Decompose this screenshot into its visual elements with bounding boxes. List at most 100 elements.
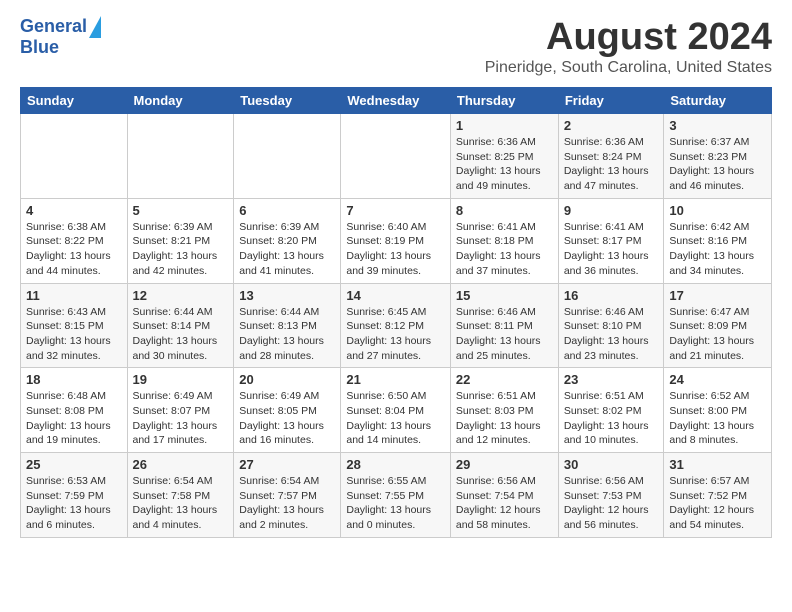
table-cell: 16 Sunrise: 6:46 AM Sunset: 8:10 PM Dayli… bbox=[558, 283, 664, 368]
day-info: Sunrise: 6:56 AM Sunset: 7:53 PM Dayligh… bbox=[564, 474, 659, 533]
day-number: 13 bbox=[239, 288, 335, 303]
day-info: Sunrise: 6:40 AM Sunset: 8:19 PM Dayligh… bbox=[346, 220, 445, 279]
location-title: Pineridge, South Carolina, United States bbox=[485, 59, 772, 77]
table-cell: 12 Sunrise: 6:44 AM Sunset: 8:14 PM Dayli… bbox=[127, 283, 234, 368]
day-number: 15 bbox=[456, 288, 553, 303]
day-number: 16 bbox=[564, 288, 659, 303]
day-info: Sunrise: 6:41 AM Sunset: 8:18 PM Dayligh… bbox=[456, 220, 553, 279]
day-number: 2 bbox=[564, 118, 659, 133]
week-row-5: 25Sunrise: 6:53 AM Sunset: 7:59 PM Dayli… bbox=[21, 453, 772, 538]
day-info: Sunrise: 6:44 AM Sunset: 8:14 PM Dayligh… bbox=[133, 305, 229, 364]
table-cell bbox=[234, 114, 341, 199]
day-number: 8 bbox=[456, 203, 553, 218]
table-cell bbox=[21, 114, 128, 199]
day-info: Sunrise: 6:48 AM Sunset: 8:08 PM Dayligh… bbox=[26, 389, 122, 448]
page-header: General Blue August 2024 Pineridge, Sout… bbox=[20, 16, 772, 77]
weekday-wednesday: Wednesday bbox=[341, 88, 451, 114]
table-cell: 14 Sunrise: 6:45 AM Sunset: 8:12 PM Dayli… bbox=[341, 283, 451, 368]
day-number: 1 bbox=[456, 118, 553, 133]
day-number: 19 bbox=[133, 372, 229, 387]
table-cell: 8 Sunrise: 6:41 AM Sunset: 8:18 PM Daylig… bbox=[450, 198, 558, 283]
title-area: August 2024 Pineridge, South Carolina, U… bbox=[485, 16, 772, 77]
day-number: 14 bbox=[346, 288, 445, 303]
day-info: Sunrise: 6:49 AM Sunset: 8:05 PM Dayligh… bbox=[239, 389, 335, 448]
day-number: 27 bbox=[239, 457, 335, 472]
logo-icon bbox=[89, 16, 101, 38]
table-cell: 10 Sunrise: 6:42 AM Sunset: 8:16 PM Dayli… bbox=[664, 198, 772, 283]
day-info: Sunrise: 6:50 AM Sunset: 8:04 PM Dayligh… bbox=[346, 389, 445, 448]
table-cell bbox=[127, 114, 234, 199]
table-cell: 4Sunrise: 6:38 AM Sunset: 8:22 PM Daylig… bbox=[21, 198, 128, 283]
day-info: Sunrise: 6:39 AM Sunset: 8:21 PM Dayligh… bbox=[133, 220, 229, 279]
day-info: Sunrise: 6:52 AM Sunset: 8:00 PM Dayligh… bbox=[669, 389, 766, 448]
day-info: Sunrise: 6:51 AM Sunset: 8:03 PM Dayligh… bbox=[456, 389, 553, 448]
table-cell: 2Sunrise: 6:36 AM Sunset: 8:24 PM Daylig… bbox=[558, 114, 664, 199]
day-info: Sunrise: 6:47 AM Sunset: 8:09 PM Dayligh… bbox=[669, 305, 766, 364]
weekday-saturday: Saturday bbox=[664, 88, 772, 114]
calendar-table: SundayMondayTuesdayWednesdayThursdayFrid… bbox=[20, 87, 772, 538]
weekday-monday: Monday bbox=[127, 88, 234, 114]
day-info: Sunrise: 6:54 AM Sunset: 7:57 PM Dayligh… bbox=[239, 474, 335, 533]
table-cell: 20 Sunrise: 6:49 AM Sunset: 8:05 PM Dayli… bbox=[234, 368, 341, 453]
day-number: 18 bbox=[26, 372, 122, 387]
weekday-friday: Friday bbox=[558, 88, 664, 114]
day-number: 29 bbox=[456, 457, 553, 472]
table-cell: 3 Sunrise: 6:37 AM Sunset: 8:23 PM Daylig… bbox=[664, 114, 772, 199]
day-number: 6 bbox=[239, 203, 335, 218]
table-cell: 23 Sunrise: 6:51 AM Sunset: 8:02 PM Dayli… bbox=[558, 368, 664, 453]
day-info: Sunrise: 6:56 AM Sunset: 7:54 PM Dayligh… bbox=[456, 474, 553, 533]
day-number: 28 bbox=[346, 457, 445, 472]
weekday-sunday: Sunday bbox=[21, 88, 128, 114]
week-row-2: 4Sunrise: 6:38 AM Sunset: 8:22 PM Daylig… bbox=[21, 198, 772, 283]
table-cell: 26Sunrise: 6:54 AM Sunset: 7:58 PM Dayli… bbox=[127, 453, 234, 538]
day-number: 17 bbox=[669, 288, 766, 303]
logo-text-line2: Blue bbox=[20, 38, 59, 58]
table-cell: 30 Sunrise: 6:56 AM Sunset: 7:53 PM Dayli… bbox=[558, 453, 664, 538]
day-number: 25 bbox=[26, 457, 122, 472]
table-cell: 9Sunrise: 6:41 AM Sunset: 8:17 PM Daylig… bbox=[558, 198, 664, 283]
table-cell: 15 Sunrise: 6:46 AM Sunset: 8:11 PM Dayli… bbox=[450, 283, 558, 368]
day-info: Sunrise: 6:45 AM Sunset: 8:12 PM Dayligh… bbox=[346, 305, 445, 364]
day-info: Sunrise: 6:55 AM Sunset: 7:55 PM Dayligh… bbox=[346, 474, 445, 533]
week-row-1: 1 Sunrise: 6:36 AM Sunset: 8:25 PM Daylig… bbox=[21, 114, 772, 199]
table-cell: 7 Sunrise: 6:40 AM Sunset: 8:19 PM Daylig… bbox=[341, 198, 451, 283]
table-cell bbox=[341, 114, 451, 199]
day-info: Sunrise: 6:42 AM Sunset: 8:16 PM Dayligh… bbox=[669, 220, 766, 279]
table-cell: 28 Sunrise: 6:55 AM Sunset: 7:55 PM Dayli… bbox=[341, 453, 451, 538]
weekday-header-row: SundayMondayTuesdayWednesdayThursdayFrid… bbox=[21, 88, 772, 114]
table-cell: 27 Sunrise: 6:54 AM Sunset: 7:57 PM Dayli… bbox=[234, 453, 341, 538]
table-cell: 1 Sunrise: 6:36 AM Sunset: 8:25 PM Daylig… bbox=[450, 114, 558, 199]
day-number: 10 bbox=[669, 203, 766, 218]
table-cell: 22Sunrise: 6:51 AM Sunset: 8:03 PM Dayli… bbox=[450, 368, 558, 453]
day-info: Sunrise: 6:36 AM Sunset: 8:25 PM Dayligh… bbox=[456, 135, 553, 194]
day-number: 7 bbox=[346, 203, 445, 218]
day-info: Sunrise: 6:37 AM Sunset: 8:23 PM Dayligh… bbox=[669, 135, 766, 194]
day-number: 12 bbox=[133, 288, 229, 303]
day-info: Sunrise: 6:38 AM Sunset: 8:22 PM Dayligh… bbox=[26, 220, 122, 279]
day-info: Sunrise: 6:57 AM Sunset: 7:52 PM Dayligh… bbox=[669, 474, 766, 533]
day-info: Sunrise: 6:39 AM Sunset: 8:20 PM Dayligh… bbox=[239, 220, 335, 279]
table-cell: 11Sunrise: 6:43 AM Sunset: 8:15 PM Dayli… bbox=[21, 283, 128, 368]
day-number: 9 bbox=[564, 203, 659, 218]
day-number: 31 bbox=[669, 457, 766, 472]
logo-text-line1: General bbox=[20, 17, 87, 37]
day-info: Sunrise: 6:43 AM Sunset: 8:15 PM Dayligh… bbox=[26, 305, 122, 364]
month-title: August 2024 bbox=[485, 16, 772, 59]
logo: General Blue bbox=[20, 16, 101, 58]
day-info: Sunrise: 6:51 AM Sunset: 8:02 PM Dayligh… bbox=[564, 389, 659, 448]
day-info: Sunrise: 6:46 AM Sunset: 8:10 PM Dayligh… bbox=[564, 305, 659, 364]
day-number: 20 bbox=[239, 372, 335, 387]
day-number: 30 bbox=[564, 457, 659, 472]
week-row-3: 11Sunrise: 6:43 AM Sunset: 8:15 PM Dayli… bbox=[21, 283, 772, 368]
weekday-tuesday: Tuesday bbox=[234, 88, 341, 114]
table-cell: 17 Sunrise: 6:47 AM Sunset: 8:09 PM Dayli… bbox=[664, 283, 772, 368]
table-cell: 18 Sunrise: 6:48 AM Sunset: 8:08 PM Dayli… bbox=[21, 368, 128, 453]
day-number: 24 bbox=[669, 372, 766, 387]
day-number: 21 bbox=[346, 372, 445, 387]
table-cell: 29 Sunrise: 6:56 AM Sunset: 7:54 PM Dayli… bbox=[450, 453, 558, 538]
day-number: 3 bbox=[669, 118, 766, 133]
day-info: Sunrise: 6:46 AM Sunset: 8:11 PM Dayligh… bbox=[456, 305, 553, 364]
day-info: Sunrise: 6:54 AM Sunset: 7:58 PM Dayligh… bbox=[133, 474, 229, 533]
day-number: 23 bbox=[564, 372, 659, 387]
week-row-4: 18 Sunrise: 6:48 AM Sunset: 8:08 PM Dayli… bbox=[21, 368, 772, 453]
